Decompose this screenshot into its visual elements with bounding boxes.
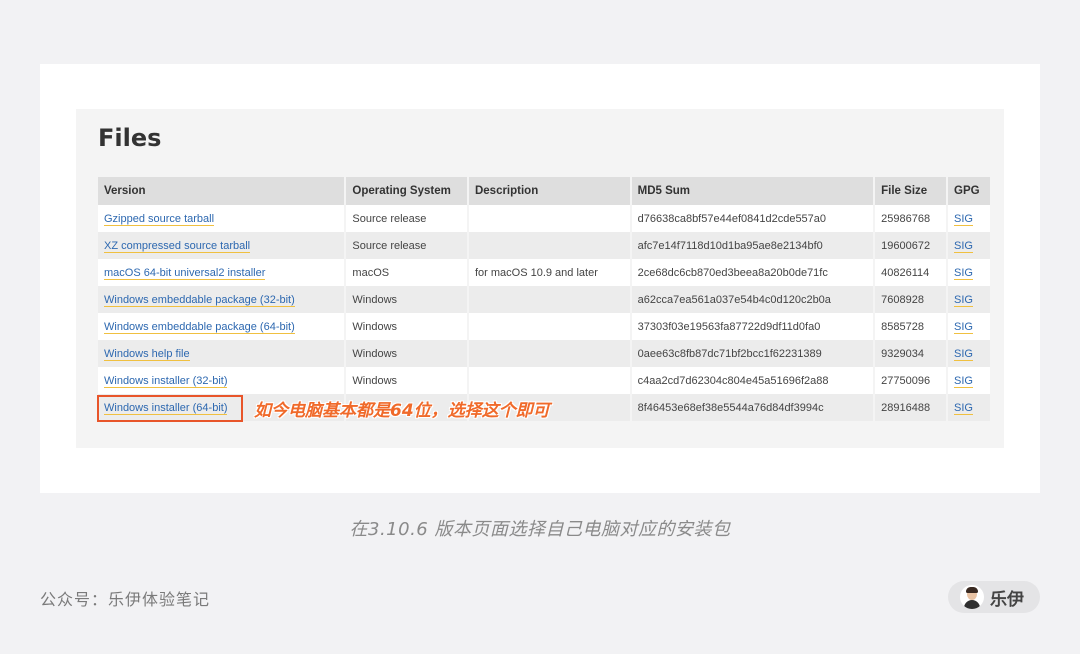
gpg-cell: SIG xyxy=(948,286,990,313)
gpg-cell: SIG xyxy=(948,259,990,286)
column-header-md5: MD5 Sum xyxy=(631,177,874,205)
size-cell: 7608928 xyxy=(875,286,946,313)
md5-cell: afc7e14f7118d10d1ba95ae8e2134bf0 xyxy=(631,232,874,259)
md5-cell: d76638ca8bf57e44ef0841d2cde557a0 xyxy=(631,205,874,232)
description-cell xyxy=(468,313,630,340)
description-cell xyxy=(468,340,630,367)
gpg-cell: SIG xyxy=(948,367,990,394)
version-cell: Windows embeddable package (32-bit) xyxy=(98,286,345,313)
download-link[interactable]: Windows embeddable package (32-bit) xyxy=(104,293,295,307)
size-cell: 27750096 xyxy=(875,367,946,394)
table-header-row: Version Operating System Description MD5… xyxy=(98,177,990,205)
md5-cell: 37303f03e19563fa87722d9df11d0fa0 xyxy=(631,313,874,340)
version-cell: Gzipped source tarball xyxy=(98,205,345,232)
description-cell xyxy=(468,367,630,394)
download-link[interactable]: Windows help file xyxy=(104,347,190,361)
column-header-gpg: GPG xyxy=(948,177,990,205)
md5-cell: c4aa2cd7d62304c804e45a51696f2a88 xyxy=(631,367,874,394)
sig-link[interactable]: SIG xyxy=(954,293,973,307)
sig-link[interactable]: SIG xyxy=(954,401,973,415)
size-cell: 19600672 xyxy=(875,232,946,259)
account-label: 公众号：乐伊体验笔记 xyxy=(40,590,211,609)
os-cell: Windows xyxy=(346,340,467,367)
os-cell: Source release xyxy=(346,205,467,232)
files-heading: Files xyxy=(98,124,162,152)
download-link[interactable]: XZ compressed source tarball xyxy=(104,239,251,253)
download-link[interactable]: Gzipped source tarball xyxy=(104,212,215,226)
avatar xyxy=(960,585,984,609)
gpg-cell: SIG xyxy=(948,205,990,232)
table-row: Gzipped source tarball Source release d7… xyxy=(98,205,990,232)
md5-cell: 0aee63c8fb87dc71bf2bcc1f62231389 xyxy=(631,340,874,367)
download-link[interactable]: macOS 64-bit universal2 installer xyxy=(104,266,266,280)
size-cell: 25986768 xyxy=(875,205,946,232)
table-row: Windows embeddable package (64-bit) Wind… xyxy=(98,313,990,340)
download-link[interactable]: Windows installer (32-bit) xyxy=(104,374,228,388)
description-cell xyxy=(468,232,630,259)
os-cell: Windows xyxy=(346,367,467,394)
column-header-os: Operating System xyxy=(346,177,467,205)
gpg-cell: SIG xyxy=(948,340,990,367)
gpg-cell: SIG xyxy=(948,313,990,340)
version-cell: Windows installer (32-bit) xyxy=(98,367,345,394)
highlight-box xyxy=(97,395,243,422)
sig-link[interactable]: SIG xyxy=(954,374,973,388)
sig-link[interactable]: SIG xyxy=(954,212,973,226)
column-header-description: Description xyxy=(468,177,630,205)
description-cell xyxy=(468,205,630,232)
author-name: 乐伊 xyxy=(990,589,1024,610)
download-link[interactable]: Windows embeddable package (64-bit) xyxy=(104,320,295,334)
table-row: Windows installer (32-bit) Windows c4aa2… xyxy=(98,367,990,394)
gpg-cell: SIG xyxy=(948,394,990,421)
description-cell: for macOS 10.9 and later xyxy=(468,259,630,286)
size-cell: 28916488 xyxy=(875,394,946,421)
description-cell xyxy=(468,286,630,313)
os-cell: Windows xyxy=(346,286,467,313)
version-cell: Windows embeddable package (64-bit) xyxy=(98,313,345,340)
version-cell: Windows help file xyxy=(98,340,345,367)
size-cell: 8585728 xyxy=(875,313,946,340)
sig-link[interactable]: SIG xyxy=(954,239,973,253)
table-row: Windows embeddable package (32-bit) Wind… xyxy=(98,286,990,313)
sig-link[interactable]: SIG xyxy=(954,320,973,334)
table-row: macOS 64-bit universal2 installer macOS … xyxy=(98,259,990,286)
annotation-text: 如今电脑基本都是64位，选择这个即可 xyxy=(254,401,550,421)
version-cell: XZ compressed source tarball xyxy=(98,232,345,259)
column-header-file-size: File Size xyxy=(875,177,946,205)
md5-cell: 2ce68dc6cb870ed3beea8a20b0de71fc xyxy=(631,259,874,286)
size-cell: 9329034 xyxy=(875,340,946,367)
size-cell: 40826114 xyxy=(875,259,946,286)
author-badge: 乐伊 xyxy=(948,581,1040,613)
md5-cell: a62cca7ea561a037e54b4c0d120c2b0a xyxy=(631,286,874,313)
column-header-version: Version xyxy=(98,177,345,205)
table-row: XZ compressed source tarball Source rele… xyxy=(98,232,990,259)
os-cell: Windows xyxy=(346,313,467,340)
gpg-cell: SIG xyxy=(948,232,990,259)
os-cell: Source release xyxy=(346,232,467,259)
table-row: Windows help file Windows 0aee63c8fb87dc… xyxy=(98,340,990,367)
version-cell: macOS 64-bit universal2 installer xyxy=(98,259,345,286)
md5-cell: 8f46453e68ef38e5544a76d84df3994c xyxy=(631,394,874,421)
image-caption: 在3.10.6 版本页面选择自己电脑对应的安装包 xyxy=(349,519,731,540)
files-table: Version Operating System Description MD5… xyxy=(96,177,992,421)
os-cell: macOS xyxy=(346,259,467,286)
sig-link[interactable]: SIG xyxy=(954,347,973,361)
sig-link[interactable]: SIG xyxy=(954,266,973,280)
